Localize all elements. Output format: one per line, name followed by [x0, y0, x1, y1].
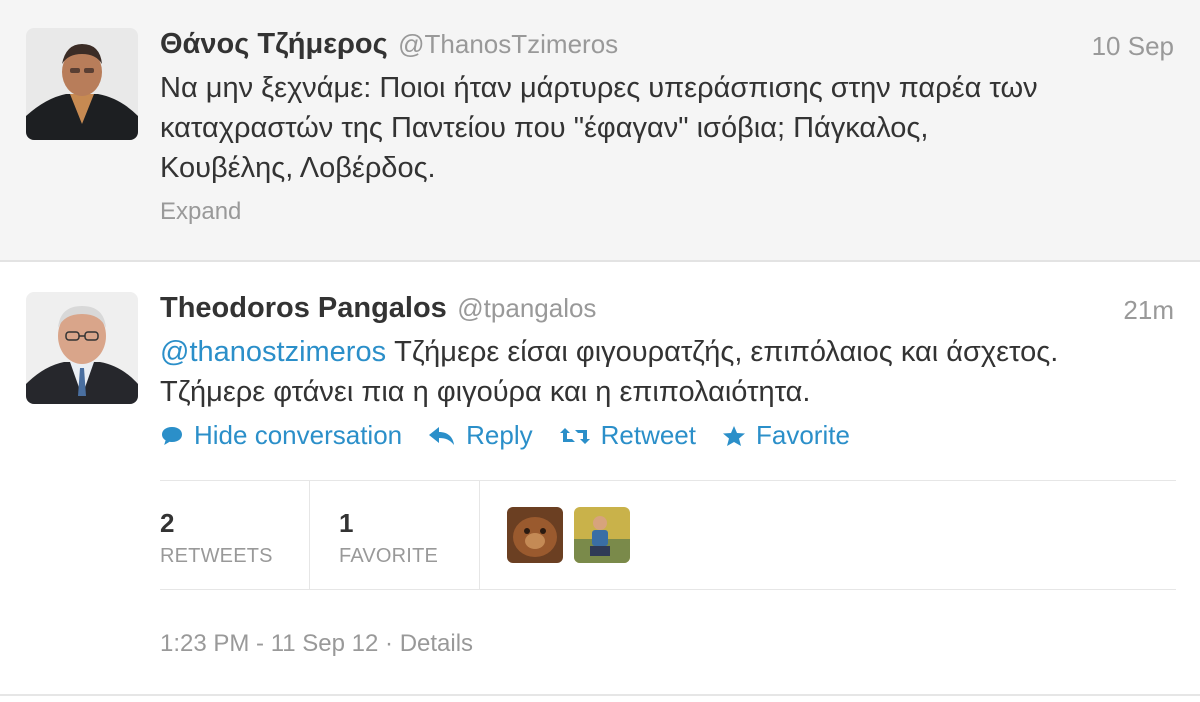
divider: [309, 481, 310, 589]
pangalos-avatar-image: [26, 292, 138, 404]
author-fullname[interactable]: Theodoros Pangalos: [160, 292, 447, 324]
retweets-count[interactable]: 2: [160, 508, 174, 539]
avatar[interactable]: [26, 292, 138, 404]
retweet-label: Retweet: [600, 420, 696, 450]
tweet-text-segment: Τζήμερε είσαι φιγουρατζής, επιπόλαιος κα…: [386, 336, 1059, 368]
favoriter-avatar[interactable]: [507, 507, 563, 563]
retweets-label[interactable]: RETWEETS: [160, 545, 273, 568]
tweet-actions: Hide conversation Reply Retweet Favorite: [160, 420, 876, 451]
tweet-text: @thanostzimeros Τζήμερε είσαι φιγουρατζή…: [160, 332, 1190, 412]
favorites-count[interactable]: 1: [339, 508, 353, 539]
tweet-text-line: @thanostzimeros Τζήμερε είσαι φιγουρατζή…: [160, 332, 1190, 372]
author-username[interactable]: @tpangalos: [457, 293, 596, 323]
favoriter-avatar-image: [574, 507, 630, 563]
reply-button[interactable]: Reply: [428, 420, 533, 451]
tweet-text-line: καταχραστών της Παντείου που "έφαγαν" ισ…: [160, 112, 929, 144]
tweet-text-line: Τζήμερε φτάνει πια η φιγούρα και η επιπο…: [160, 376, 811, 408]
hide-conversation-button[interactable]: Hide conversation: [160, 420, 402, 451]
favorite-button[interactable]: Favorite: [722, 420, 850, 451]
favorite-label: Favorite: [756, 420, 850, 450]
tweet-footer: 1:23 PM - 11 Sep 12 · Details: [160, 630, 473, 658]
author-username[interactable]: @ThanosTzimeros: [398, 29, 618, 59]
tweet-full-timestamp[interactable]: 1:23 PM - 11 Sep 12: [160, 630, 378, 657]
star-icon: [722, 425, 746, 447]
thanos-avatar-image: [26, 28, 138, 140]
speech-bubble-icon: [160, 425, 184, 447]
details-link[interactable]: Details: [400, 630, 473, 657]
author-fullname[interactable]: Θάνος Τζήμερος: [160, 28, 388, 60]
favoriter-avatar[interactable]: [574, 507, 630, 563]
retweet-button[interactable]: Retweet: [559, 420, 696, 451]
favoriter-avatar-image: [507, 507, 563, 563]
tweet-header: Θάνος Τζήμερος @ThanosTzimeros: [160, 28, 618, 61]
expand-link[interactable]: Expand: [160, 198, 241, 226]
tweet-text-line: Κουβέλης, Λοβέρδος.: [160, 152, 436, 184]
avatar[interactable]: [26, 28, 138, 140]
favorites-label[interactable]: FAVORITE: [339, 545, 438, 568]
retweet-icon: [559, 426, 591, 446]
reply-arrow-icon: [428, 426, 456, 446]
tweet-text-line: Να μην ξεχνάμε: Ποιοι ήταν μάρτυρες υπερ…: [160, 72, 1038, 104]
parent-tweet[interactable]: Θάνος Τζήμερος @ThanosTzimeros 10 Sep Να…: [0, 0, 1200, 262]
reply-label: Reply: [466, 420, 533, 450]
mention-link[interactable]: @thanostzimeros: [160, 336, 386, 368]
tweet-timestamp[interactable]: 21m: [1123, 295, 1174, 326]
tweet-text: Να μην ξεχνάμε: Ποιοι ήταν μάρτυρες υπερ…: [160, 68, 1170, 188]
hide-conversation-label: Hide conversation: [194, 420, 403, 450]
divider: [160, 589, 1176, 590]
tweet-timestamp[interactable]: 10 Sep: [1092, 31, 1174, 62]
tweet-header: Theodoros Pangalos @tpangalos: [160, 292, 596, 325]
divider: [160, 480, 1176, 481]
divider: [479, 481, 480, 589]
footer-separator: ·: [378, 630, 400, 657]
divider: [0, 694, 1200, 696]
